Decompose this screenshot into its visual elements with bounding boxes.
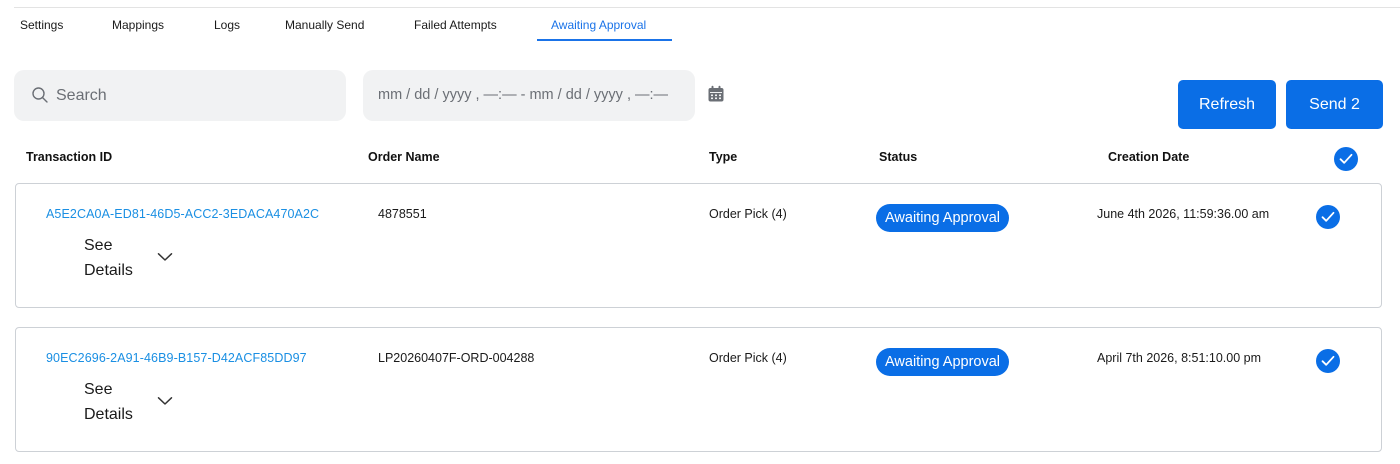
date-range-input[interactable]: mm / dd / yyyy , —:— - mm / dd / yyyy , … [363, 70, 695, 121]
column-header-status: Status [879, 150, 918, 164]
refresh-button[interactable]: Refresh [1178, 80, 1276, 129]
column-header-creation-date: Creation Date [1108, 150, 1190, 164]
tab-manually-send[interactable]: Manually Send [285, 8, 364, 42]
search-icon [32, 87, 48, 103]
creation-date: June 4th 2026, 11:59:36.00 am [1097, 207, 1270, 221]
order-name: LP20260407F-ORD-004288 [378, 351, 535, 365]
row-select-checkbox[interactable] [1316, 205, 1340, 229]
status-badge: Awaiting Approval [876, 204, 1010, 232]
calendar-icon[interactable] [707, 85, 725, 103]
active-tab-indicator [537, 39, 672, 41]
search-input[interactable] [56, 70, 336, 121]
tab-mappings[interactable]: Mappings [112, 8, 164, 42]
date-range-text: mm / dd / yyyy , —:— - mm / dd / yyyy , … [378, 87, 669, 103]
send-button[interactable]: Send 2 [1286, 80, 1383, 129]
search-box [14, 70, 346, 121]
see-details-label-line2: Details [84, 406, 133, 423]
column-header-order-name: Order Name [368, 150, 440, 164]
see-details-label-line1: See [84, 381, 113, 398]
see-details-toggle[interactable]: See Details [84, 377, 154, 427]
status-badge: Awaiting Approval [876, 348, 1010, 376]
see-details-toggle[interactable]: See Details [84, 233, 154, 283]
check-icon [1321, 211, 1335, 222]
tab-awaiting-approval[interactable]: Awaiting Approval [551, 8, 646, 42]
transaction-id-link[interactable]: A5E2CA0A-ED81-46D5-ACC2-3EDACA470A2C [46, 207, 319, 221]
creation-date: April 7th 2026, 8:51:10.00 pm [1097, 351, 1262, 365]
see-details-label-line1: See [84, 237, 113, 254]
select-all-checkbox[interactable] [1334, 147, 1358, 171]
chevron-down-icon[interactable] [157, 252, 173, 262]
type-value: Order Pick (4) [709, 351, 787, 365]
see-details-label-line2: Details [84, 262, 133, 279]
column-header-type: Type [709, 150, 738, 164]
table-row [15, 327, 1382, 452]
row-select-checkbox[interactable] [1316, 349, 1340, 373]
tab-bar: Settings Mappings Logs Manually Send Fai… [0, 8, 700, 42]
check-icon [1321, 355, 1335, 366]
type-value: Order Pick (4) [709, 207, 787, 221]
tab-failed-attempts[interactable]: Failed Attempts [414, 8, 497, 42]
order-name: 4878551 [378, 207, 427, 221]
tab-logs[interactable]: Logs [214, 8, 240, 42]
tab-settings[interactable]: Settings [20, 8, 63, 42]
chevron-down-icon[interactable] [157, 396, 173, 406]
column-header-transaction-id: Transaction ID [26, 150, 113, 164]
table-row [15, 183, 1382, 308]
transaction-id-link[interactable]: 90EC2696-2A91-46B9-B157-D42ACF85DD97 [46, 351, 307, 365]
check-icon [1339, 153, 1353, 164]
